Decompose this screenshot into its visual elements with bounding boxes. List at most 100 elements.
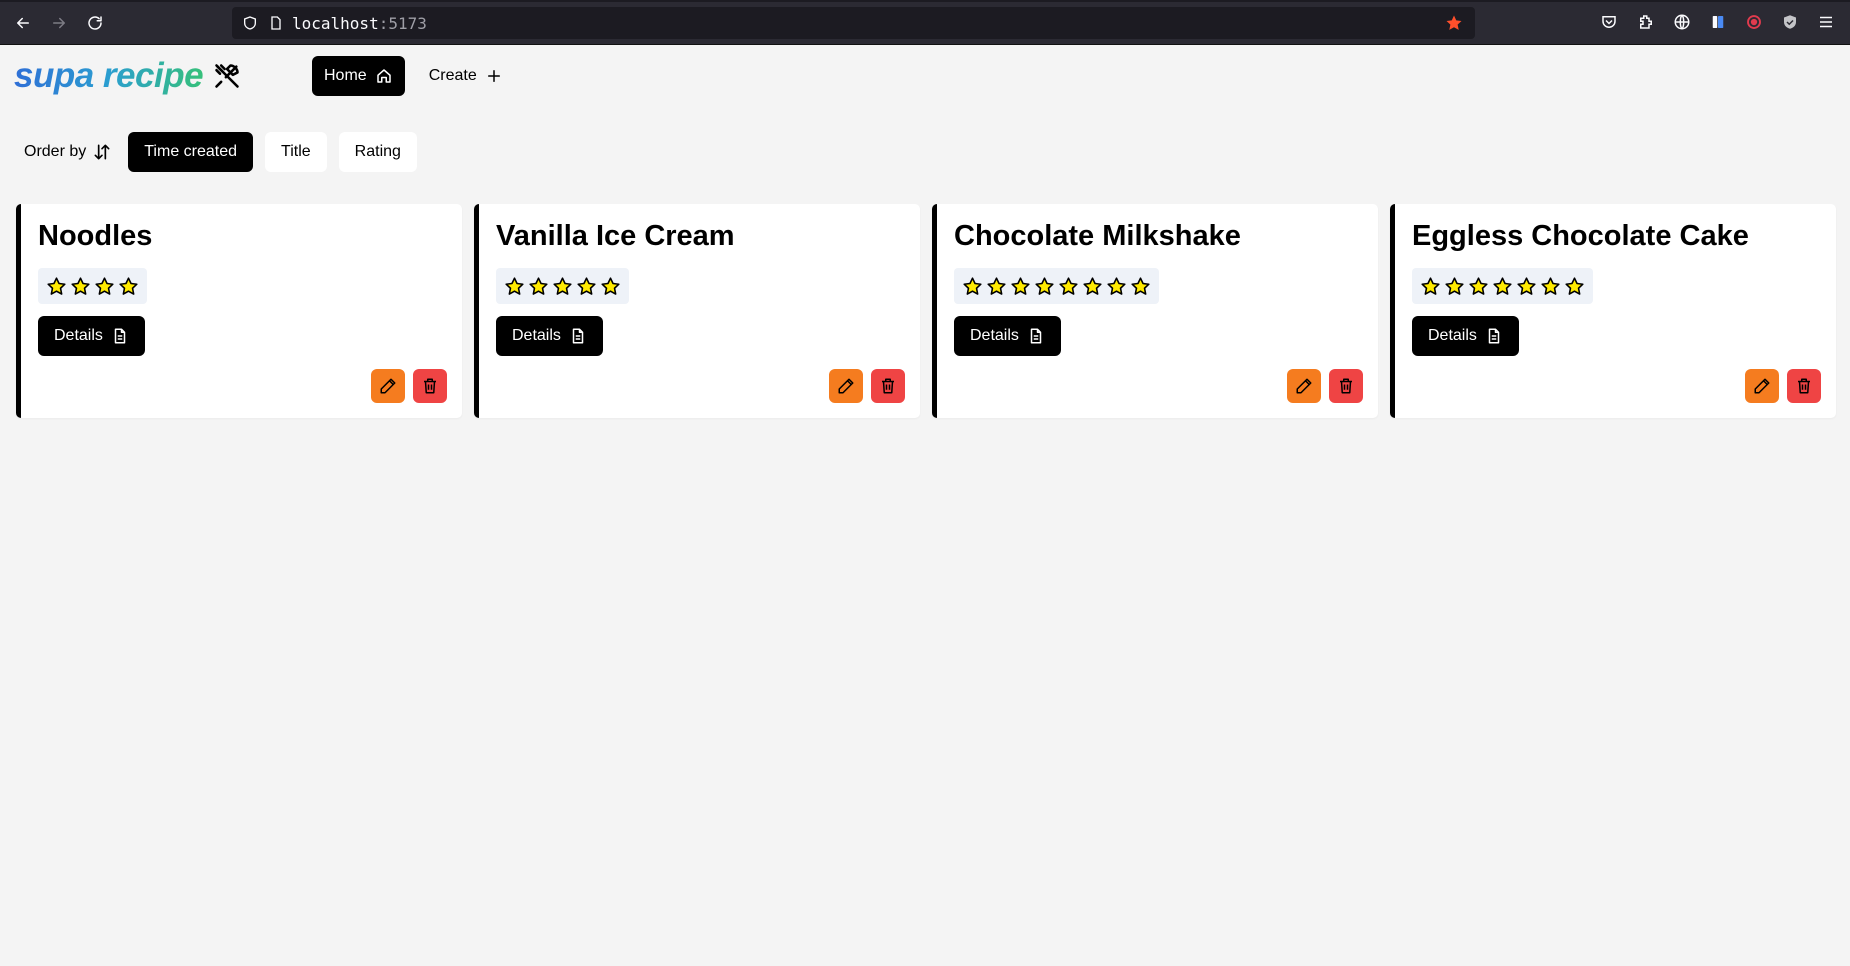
- document-icon: [572, 328, 584, 344]
- back-button[interactable]: [12, 12, 34, 34]
- edit-button[interactable]: [371, 369, 405, 403]
- order-title-button[interactable]: Title: [265, 132, 327, 172]
- order-rating-button[interactable]: Rating: [338, 132, 417, 172]
- recipe-title: Vanilla Ice Cream: [496, 220, 735, 252]
- home-icon: [376, 69, 391, 83]
- recipe-card: Vanilla Ice Cream Details: [474, 204, 920, 418]
- document-icon: [114, 328, 126, 344]
- pencil-icon: [1754, 378, 1770, 394]
- edit-button[interactable]: [1745, 369, 1779, 403]
- recipe-card: Chocolate Milkshake Details: [932, 204, 1378, 418]
- trash-icon: [882, 378, 894, 394]
- details-label: Details: [1428, 327, 1477, 344]
- nav-home-label: Home: [324, 67, 367, 84]
- globe-icon[interactable]: [1673, 13, 1691, 31]
- recipe-card: Eggless Chocolate Cake Details: [1390, 204, 1836, 418]
- star-icon: [95, 276, 114, 295]
- arrow-left-icon: [17, 17, 29, 29]
- recipe-card: Noodles Details: [16, 204, 462, 418]
- logo-text: supa recipe: [14, 56, 204, 95]
- details-label: Details: [512, 327, 561, 344]
- extensions-icon[interactable]: [1637, 13, 1655, 31]
- reload-button[interactable]: [84, 12, 106, 34]
- url-bar[interactable]: localhost:5173: [232, 7, 1475, 39]
- star-icon: [1517, 276, 1536, 295]
- trash-icon: [1340, 378, 1352, 394]
- url-host: localhost: [292, 14, 379, 33]
- star-icon: [1493, 276, 1512, 295]
- app-logo[interactable]: supa recipe: [14, 56, 241, 96]
- forward-button[interactable]: [48, 12, 70, 34]
- recipe-title: Eggless Chocolate Cake: [1412, 220, 1749, 252]
- star-icon: [119, 276, 138, 295]
- record-icon[interactable]: [1745, 13, 1763, 31]
- tab-strip-edge: [0, 0, 1850, 2]
- star-icon: [1035, 276, 1054, 295]
- star-icon: [1131, 276, 1150, 295]
- delete-button[interactable]: [1329, 369, 1363, 403]
- star-icon: [529, 276, 548, 295]
- order-by-label: Order by: [24, 142, 112, 162]
- star-icon: [1083, 276, 1102, 295]
- details-button[interactable]: Details: [38, 316, 145, 356]
- pencil-icon: [1296, 378, 1312, 394]
- bookmark-star-icon[interactable]: [1445, 14, 1463, 32]
- star-icon: [1421, 276, 1440, 295]
- rating-stars: [496, 268, 629, 304]
- shield-check-icon[interactable]: [1781, 13, 1799, 31]
- order-time-created-button[interactable]: Time created: [128, 132, 254, 172]
- rating-stars: [954, 268, 1159, 304]
- delete-button[interactable]: [1787, 369, 1821, 403]
- star-icon: [1469, 276, 1488, 295]
- details-label: Details: [54, 327, 103, 344]
- pencil-icon: [838, 378, 854, 394]
- star-icon: [963, 276, 982, 295]
- document-icon: [1488, 328, 1500, 344]
- delete-button[interactable]: [871, 369, 905, 403]
- details-label: Details: [970, 327, 1019, 344]
- star-icon: [553, 276, 572, 295]
- browser-toolbar: localhost:5173: [0, 0, 1850, 45]
- nav-create-label: Create: [428, 67, 477, 84]
- page-icon[interactable]: [268, 15, 284, 31]
- star-icon: [505, 276, 524, 295]
- trash-icon: [1798, 378, 1810, 394]
- reload-icon: [88, 16, 102, 30]
- order-by-text: Order by: [24, 143, 87, 160]
- recipe-grid: Noodles Details Vanilla Ice Cream Detail…: [16, 204, 1836, 418]
- pocket-icon[interactable]: [1600, 13, 1618, 31]
- order-toolbar: Order by Time created Title Rating: [24, 132, 429, 172]
- star-icon: [1565, 276, 1584, 295]
- nav-create[interactable]: Create: [417, 56, 515, 96]
- url-port: :5173: [378, 14, 427, 33]
- details-button[interactable]: Details: [1412, 316, 1519, 356]
- rating-stars: [38, 268, 147, 304]
- star-icon: [1059, 276, 1078, 295]
- delete-button[interactable]: [413, 369, 447, 403]
- star-icon: [71, 276, 90, 295]
- edit-button[interactable]: [829, 369, 863, 403]
- sort-arrows-icon: [94, 144, 110, 160]
- rating-stars: [1412, 268, 1593, 304]
- star-icon: [577, 276, 596, 295]
- menu-icon[interactable]: [1817, 13, 1835, 31]
- container-icon[interactable]: [1709, 13, 1727, 31]
- shield-icon[interactable]: [242, 15, 258, 31]
- star-icon: [987, 276, 1006, 295]
- details-button[interactable]: Details: [954, 316, 1061, 356]
- details-button[interactable]: Details: [496, 316, 603, 356]
- star-icon: [1011, 276, 1030, 295]
- star-icon: [1541, 276, 1560, 295]
- recipe-title: Chocolate Milkshake: [954, 220, 1241, 252]
- edit-button[interactable]: [1287, 369, 1321, 403]
- nav-home[interactable]: Home: [312, 56, 405, 96]
- star-icon: [601, 276, 620, 295]
- recipe-title: Noodles: [38, 220, 153, 252]
- url-text[interactable]: localhost:5173: [292, 14, 427, 33]
- pencil-icon: [380, 378, 396, 394]
- main-nav: Home Create: [312, 56, 515, 96]
- arrow-right-icon: [53, 17, 65, 29]
- star-icon: [1445, 276, 1464, 295]
- document-icon: [1030, 328, 1042, 344]
- trash-icon: [424, 378, 436, 394]
